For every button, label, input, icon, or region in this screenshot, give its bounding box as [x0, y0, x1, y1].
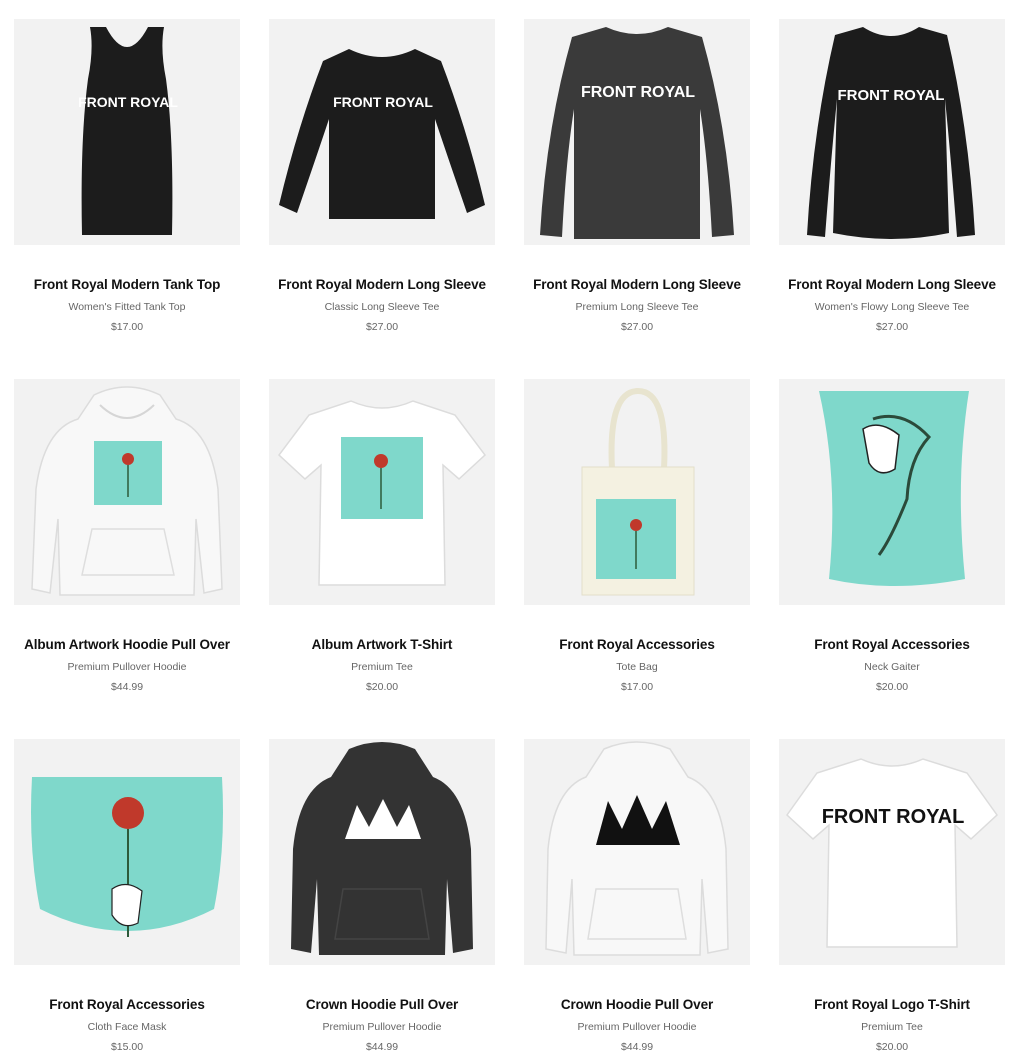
- product-image[interactable]: [14, 739, 240, 965]
- product-price: $20.00: [875, 1041, 909, 1053]
- product-card[interactable]: FRONT ROYAL Front Royal Modern Long Slee…: [524, 19, 750, 350]
- product-type: Neck Gaiter: [864, 661, 920, 673]
- product-card[interactable]: Front Royal Accessories Neck Gaiter $20.…: [779, 379, 1005, 710]
- product-grid: FRONT ROYAL Front Royal Modern Tank Top …: [0, 0, 1020, 1055]
- product-image[interactable]: [524, 379, 750, 605]
- product-card[interactable]: FRONT ROYAL Front Royal Modern Long Slee…: [269, 19, 495, 350]
- product-name[interactable]: Front Royal Accessories: [49, 997, 205, 1012]
- product-image[interactable]: [524, 739, 750, 965]
- product-card[interactable]: Crown Hoodie Pull Over Premium Pullover …: [524, 739, 750, 1055]
- product-type: Premium Tee: [351, 661, 413, 673]
- print-text: FRONT ROYAL: [581, 84, 695, 101]
- product-image[interactable]: [269, 379, 495, 605]
- product-price: $20.00: [365, 681, 399, 693]
- product-type: Premium Pullover Hoodie: [577, 1021, 697, 1033]
- product-type: Tote Bag: [616, 661, 658, 673]
- tshirt-icon: FRONT ROYAL: [786, 758, 998, 948]
- product-name[interactable]: Front Royal Modern Long Sleeve: [278, 277, 486, 292]
- product-card[interactable]: Album Artwork T-Shirt Premium Tee $20.00: [269, 379, 495, 710]
- print-text: FRONT ROYAL: [838, 87, 945, 104]
- long-sleeve-icon: FRONT ROYAL: [807, 27, 975, 239]
- tote-bag-icon: [581, 387, 695, 596]
- print-text: FRONT ROYAL: [333, 94, 433, 110]
- product-name[interactable]: Album Artwork T-Shirt: [312, 637, 453, 652]
- tank-top-icon: FRONT ROYAL: [78, 27, 178, 235]
- long-sleeve-icon: FRONT ROYAL: [279, 49, 485, 219]
- long-sleeve-icon: FRONT ROYAL: [540, 27, 734, 239]
- product-name[interactable]: Front Royal Modern Long Sleeve: [788, 277, 996, 292]
- product-type: Premium Pullover Hoodie: [67, 661, 187, 673]
- product-card[interactable]: Front Royal Accessories Cloth Face Mask …: [14, 739, 240, 1055]
- product-card[interactable]: FRONT ROYAL Front Royal Modern Long Slee…: [779, 19, 1005, 350]
- product-image[interactable]: FRONT ROYAL: [269, 19, 495, 245]
- hoodie-icon: [545, 741, 729, 956]
- print-text: FRONT ROYAL: [78, 94, 178, 110]
- hoodie-icon: [31, 386, 223, 596]
- face-mask-icon: [31, 777, 223, 937]
- product-price: $44.99: [110, 681, 144, 693]
- product-price: $15.00: [110, 1041, 144, 1053]
- tshirt-icon: [277, 400, 487, 586]
- product-price: $27.00: [365, 321, 399, 333]
- product-name[interactable]: Front Royal Logo T-Shirt: [814, 997, 970, 1012]
- neck-gaiter-icon: [819, 391, 969, 586]
- product-price: $27.00: [875, 321, 909, 333]
- product-name[interactable]: Front Royal Modern Long Sleeve: [533, 277, 741, 292]
- product-name[interactable]: Album Artwork Hoodie Pull Over: [24, 637, 230, 652]
- product-image[interactable]: FRONT ROYAL: [779, 739, 1005, 965]
- hoodie-icon: [291, 742, 473, 955]
- product-price: $44.99: [620, 1041, 654, 1053]
- product-name[interactable]: Front Royal Modern Tank Top: [34, 277, 221, 292]
- product-image[interactable]: [14, 379, 240, 605]
- product-type: Classic Long Sleeve Tee: [324, 301, 440, 313]
- product-card[interactable]: Album Artwork Hoodie Pull Over Premium P…: [14, 379, 240, 710]
- product-card[interactable]: Crown Hoodie Pull Over Premium Pullover …: [269, 739, 495, 1055]
- product-type: Women's Flowy Long Sleeve Tee: [814, 301, 970, 313]
- product-price: $17.00: [620, 681, 654, 693]
- product-type: Cloth Face Mask: [87, 1021, 167, 1033]
- product-type: Premium Tee: [861, 1021, 923, 1033]
- product-card[interactable]: Front Royal Accessories Tote Bag $17.00: [524, 379, 750, 710]
- product-image[interactable]: FRONT ROYAL: [779, 19, 1005, 245]
- product-image[interactable]: [779, 379, 1005, 605]
- product-price: $44.99: [365, 1041, 399, 1053]
- product-price: $20.00: [875, 681, 909, 693]
- product-image[interactable]: [269, 739, 495, 965]
- product-price: $17.00: [110, 321, 144, 333]
- print-text: FRONT ROYAL: [822, 806, 965, 828]
- product-name[interactable]: Front Royal Accessories: [814, 637, 970, 652]
- product-type: Premium Long Sleeve Tee: [575, 301, 699, 313]
- product-type: Women's Fitted Tank Top: [68, 301, 186, 313]
- product-image[interactable]: FRONT ROYAL: [524, 19, 750, 245]
- product-name[interactable]: Crown Hoodie Pull Over: [561, 997, 713, 1012]
- product-name[interactable]: Front Royal Accessories: [559, 637, 715, 652]
- product-type: Premium Pullover Hoodie: [322, 1021, 442, 1033]
- product-price: $27.00: [620, 321, 654, 333]
- product-card[interactable]: FRONT ROYAL Front Royal Modern Tank Top …: [14, 19, 240, 350]
- product-card[interactable]: FRONT ROYAL Front Royal Logo T-Shirt Pre…: [779, 739, 1005, 1055]
- product-name[interactable]: Crown Hoodie Pull Over: [306, 997, 458, 1012]
- product-image[interactable]: FRONT ROYAL: [14, 19, 240, 245]
